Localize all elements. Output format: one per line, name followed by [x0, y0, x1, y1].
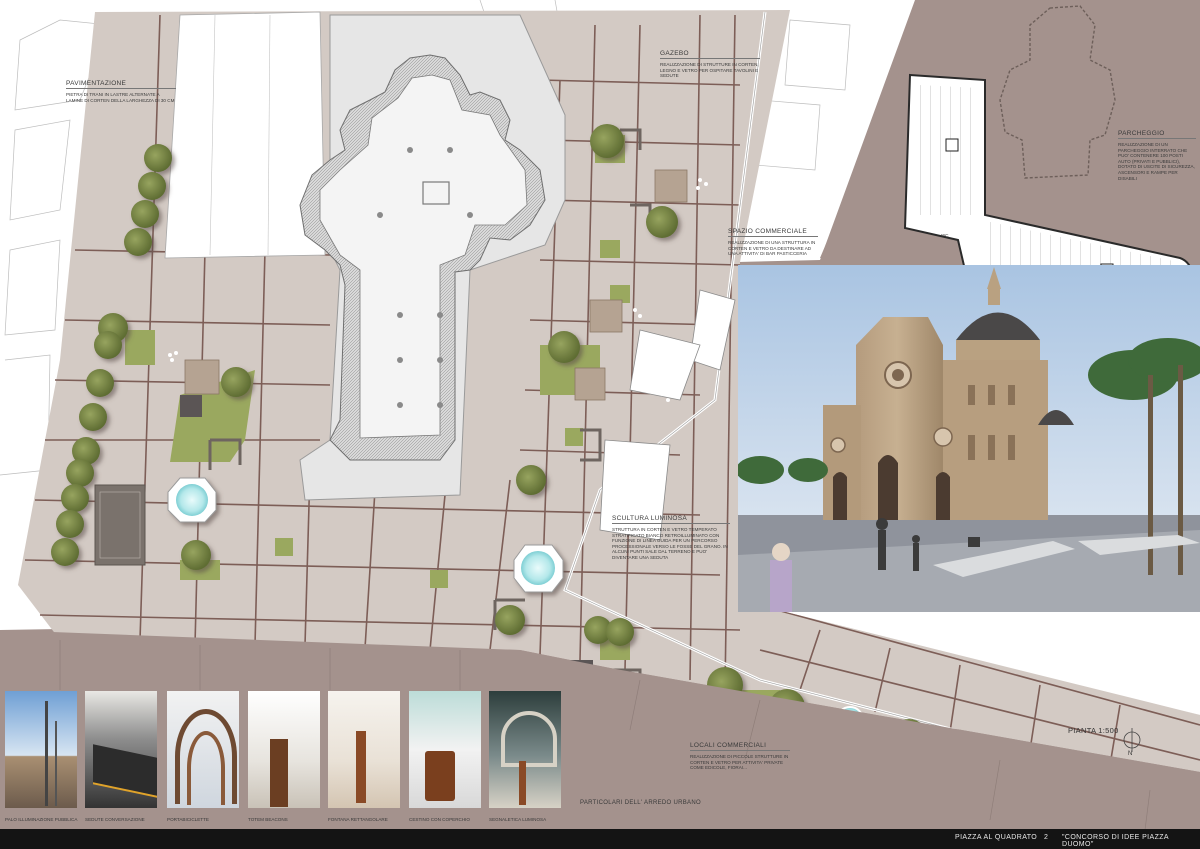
note-spazio-commerciale: SPAZIO COMMERCIALE REALIZZAZIONE DI UNA … — [728, 228, 818, 257]
footer-title: PIAZZA AL QUADRATO — [955, 834, 1038, 841]
detail-photo-lamp — [5, 691, 77, 808]
commercial-kiosk — [180, 395, 202, 417]
footer-bar: PIAZZA AL QUADRATO 2 "CONCORSO DI IDEE P… — [0, 829, 1200, 849]
note-text: REALIZZAZIONE DI STRUTTURE IN CORTEN, LE… — [660, 62, 759, 79]
details-section-title: PARTICOLARI DELL' ARREDO URBANO — [580, 800, 701, 806]
note-scultura-luminosa: SCULTURA LUMINOSA STRUTTURA IN CORTEN E … — [612, 515, 730, 561]
note-text: STRUTTURA IN CORTEN E VETRO TEMPERATO ST… — [612, 527, 728, 560]
caption-lamp: PALO ILLUMINAZIONE PUBBLICA — [5, 817, 78, 822]
note-gazebo: GAZEBO REALIZZAZIONE DI STRUTTURE IN COR… — [660, 50, 760, 79]
detail-photo-totem — [248, 691, 320, 808]
caption-fountain: FONTANA RETTANGOLARE — [328, 817, 388, 822]
caption-bike-rack: PORTABICICLETTE — [167, 817, 209, 822]
footer-page-number: 2 — [1044, 834, 1049, 841]
note-text: REALIZZAZIONE DI UN PARCHEGGIO INTERRATO… — [1118, 142, 1195, 181]
note-text: REALIZZAZIONE DI UNA STRUTTURA IN CORTEN… — [728, 240, 816, 257]
note-title: LOCALI COMMERCIALI — [690, 742, 790, 751]
note-title: PARCHEGGIO — [1118, 130, 1196, 139]
detail-photo-signage — [489, 691, 561, 808]
note-title: SCULTURA LUMINOSA — [612, 515, 730, 524]
note-title: GAZEBO — [660, 50, 760, 59]
north-label: N — [1128, 751, 1133, 757]
note-parcheggio: PARCHEGGIO REALIZZAZIONE DI UN PARCHEGGI… — [1118, 130, 1196, 181]
caption-signage: SEGNALETICA LUMINOSA — [489, 817, 547, 822]
note-title: PAVIMENTAZIONE — [66, 80, 176, 89]
scale-label: PIANTA 1:500 — [1068, 726, 1119, 735]
adjacent-building — [164, 11, 326, 259]
detail-photo-bin — [409, 691, 481, 808]
footer-competition: "CONCORSO DI IDEE PIAZZA DUOMO" — [1062, 834, 1169, 848]
note-text: REALIZZAZIONE DI PICCOLE STRUTTURE IN CO… — [690, 754, 789, 771]
caption-bin: CESTINO CON COPERCHIO — [409, 817, 470, 822]
note-title: SPAZIO COMMERCIALE — [728, 228, 818, 237]
caption-seating: SEDUTE CONVERSAZIONE — [85, 817, 145, 822]
sculpture-block — [94, 484, 146, 566]
note-locali-commerciali: LOCALI COMMERCIALI REALIZZAZIONE DI PICC… — [690, 742, 790, 771]
detail-photo-fountain — [328, 691, 400, 808]
project-board: PAVIMENTAZIONE PIETRA DI TRANI IN LASTRE… — [0, 0, 1200, 849]
note-pavimentazione: PAVIMENTAZIONE PIETRA DI TRANI IN LASTRE… — [66, 80, 176, 103]
parking-wc-label: WC — [941, 233, 949, 238]
detail-photo-bike-rack — [167, 691, 239, 808]
note-text: PIETRA DI TRANI IN LASTRE ALTERNATE A LA… — [66, 92, 175, 103]
cathedral-render — [738, 265, 1200, 612]
caption-totem: TOTEM BEACONS — [248, 817, 288, 822]
detail-photo-seating — [85, 691, 157, 808]
